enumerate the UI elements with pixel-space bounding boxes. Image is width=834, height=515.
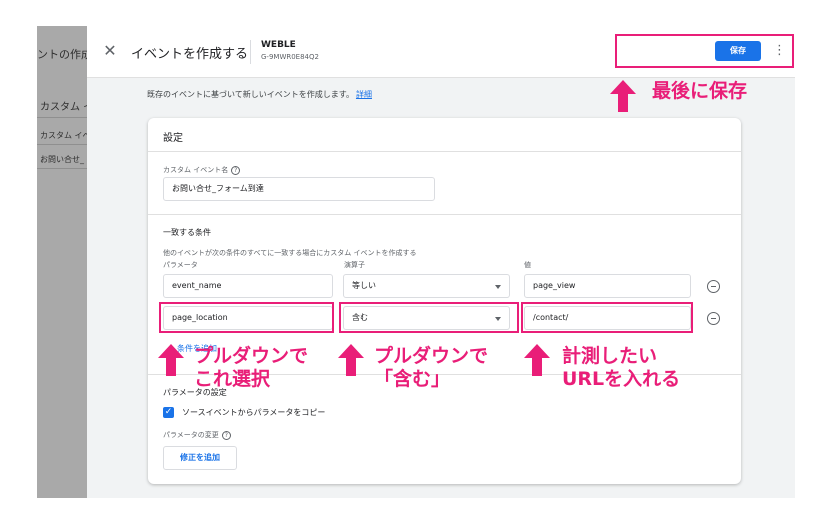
annotation-operator-box: [339, 302, 519, 333]
condition-value-field[interactable]: page_view: [524, 274, 691, 298]
annotation-line: URLを入れる: [562, 368, 681, 390]
property-name: WEBLE: [261, 40, 296, 50]
property-id: G-9MWR0E84Q2: [261, 53, 319, 61]
operator-value: 等しい: [352, 281, 376, 290]
dropdown-arrow-icon: [495, 285, 501, 289]
card-divider: [148, 214, 741, 215]
remove-condition-icon[interactable]: [707, 312, 720, 325]
learn-more-link[interactable]: 詳細: [356, 90, 372, 99]
copy-params-checkbox[interactable]: ✓: [163, 407, 174, 418]
screenshot-frame: ントの作成 カスタム イ カスタム イベ お問い合せ_ ✕ イベントを作成する …: [0, 0, 834, 515]
condition-operator-select[interactable]: 等しい: [343, 274, 510, 298]
arrow-up-icon: [158, 344, 184, 376]
modify-params-text: パラメータの変更: [163, 431, 219, 439]
card-divider: [148, 151, 741, 152]
custom-event-label: カスタム イベント名?: [163, 165, 241, 175]
copy-params-label: ソースイベントからパラメータをコピー: [182, 408, 326, 417]
annotation-line: 「含む」: [374, 368, 451, 390]
drawer-title: イベントを作成する: [131, 47, 249, 62]
header-divider: [250, 40, 251, 64]
arrow-up-icon: [524, 344, 550, 376]
column-operator-label: 演算子: [344, 261, 365, 269]
background-title: ントの作成: [37, 48, 87, 61]
remove-condition-icon[interactable]: [707, 280, 720, 293]
background-divider: [37, 144, 87, 145]
close-icon[interactable]: ✕: [102, 40, 118, 62]
column-value-label: 値: [524, 261, 531, 269]
annotation-save-box: [615, 34, 794, 68]
annotation-save-note: 最後に保存: [652, 80, 748, 102]
description-text: 既存のイベントに基づいて新しいイベントを作成します。: [147, 90, 354, 99]
add-modification-button[interactable]: 修正を追加: [163, 446, 237, 470]
annotation-param-box: [159, 302, 334, 333]
conditions-description: 他のイベントが次の条件のすべてに一致する場合にカスタム イベントを作成する: [163, 249, 417, 257]
annotation-line: 計測したい: [562, 345, 658, 367]
annotation-line: プルダウンで: [194, 345, 309, 367]
custom-event-label-text: カスタム イベント名: [163, 166, 229, 174]
background-divider: [37, 168, 87, 169]
drawer-description: 既存のイベントに基づいて新しいイベントを作成します。 詳細: [147, 89, 372, 100]
settings-card: 設定 カスタム イベント名? お問い合せ_フォーム到達 一致する条件 他のイベン…: [148, 118, 741, 484]
bottom-strip: [37, 498, 795, 515]
background-item: カスタム イ: [40, 102, 87, 113]
annotation-line: これ選択: [194, 368, 271, 390]
arrow-up-icon: [610, 80, 636, 112]
help-icon[interactable]: ?: [221, 430, 231, 440]
modify-params-label: パラメータの変更?: [163, 430, 231, 440]
help-icon[interactable]: ?: [231, 165, 241, 175]
condition-param-field[interactable]: event_name: [163, 274, 333, 298]
annotation-value-box: [521, 302, 693, 333]
annotation-operator-note: プルダウンで 「含む」: [374, 345, 488, 391]
card-title: 設定: [163, 133, 183, 144]
custom-event-name-input[interactable]: お問い合せ_フォーム到達: [163, 177, 435, 201]
background-item: お問い合せ_: [40, 155, 84, 164]
background-page: ントの作成 カスタム イ カスタム イベ お問い合せ_: [37, 26, 87, 498]
conditions-title: 一致する条件: [163, 228, 211, 237]
background-item: カスタム イベ: [40, 131, 87, 140]
right-gutter: [795, 26, 834, 498]
column-param-label: パラメータ: [163, 261, 198, 269]
annotation-value-note: 計測したい URLを入れる: [562, 345, 680, 391]
annotation-line: プルダウンで: [374, 345, 489, 367]
background-divider: [37, 117, 87, 118]
arrow-up-icon: [338, 344, 364, 376]
annotation-param-note: プルダウンで これ選択: [194, 345, 308, 391]
